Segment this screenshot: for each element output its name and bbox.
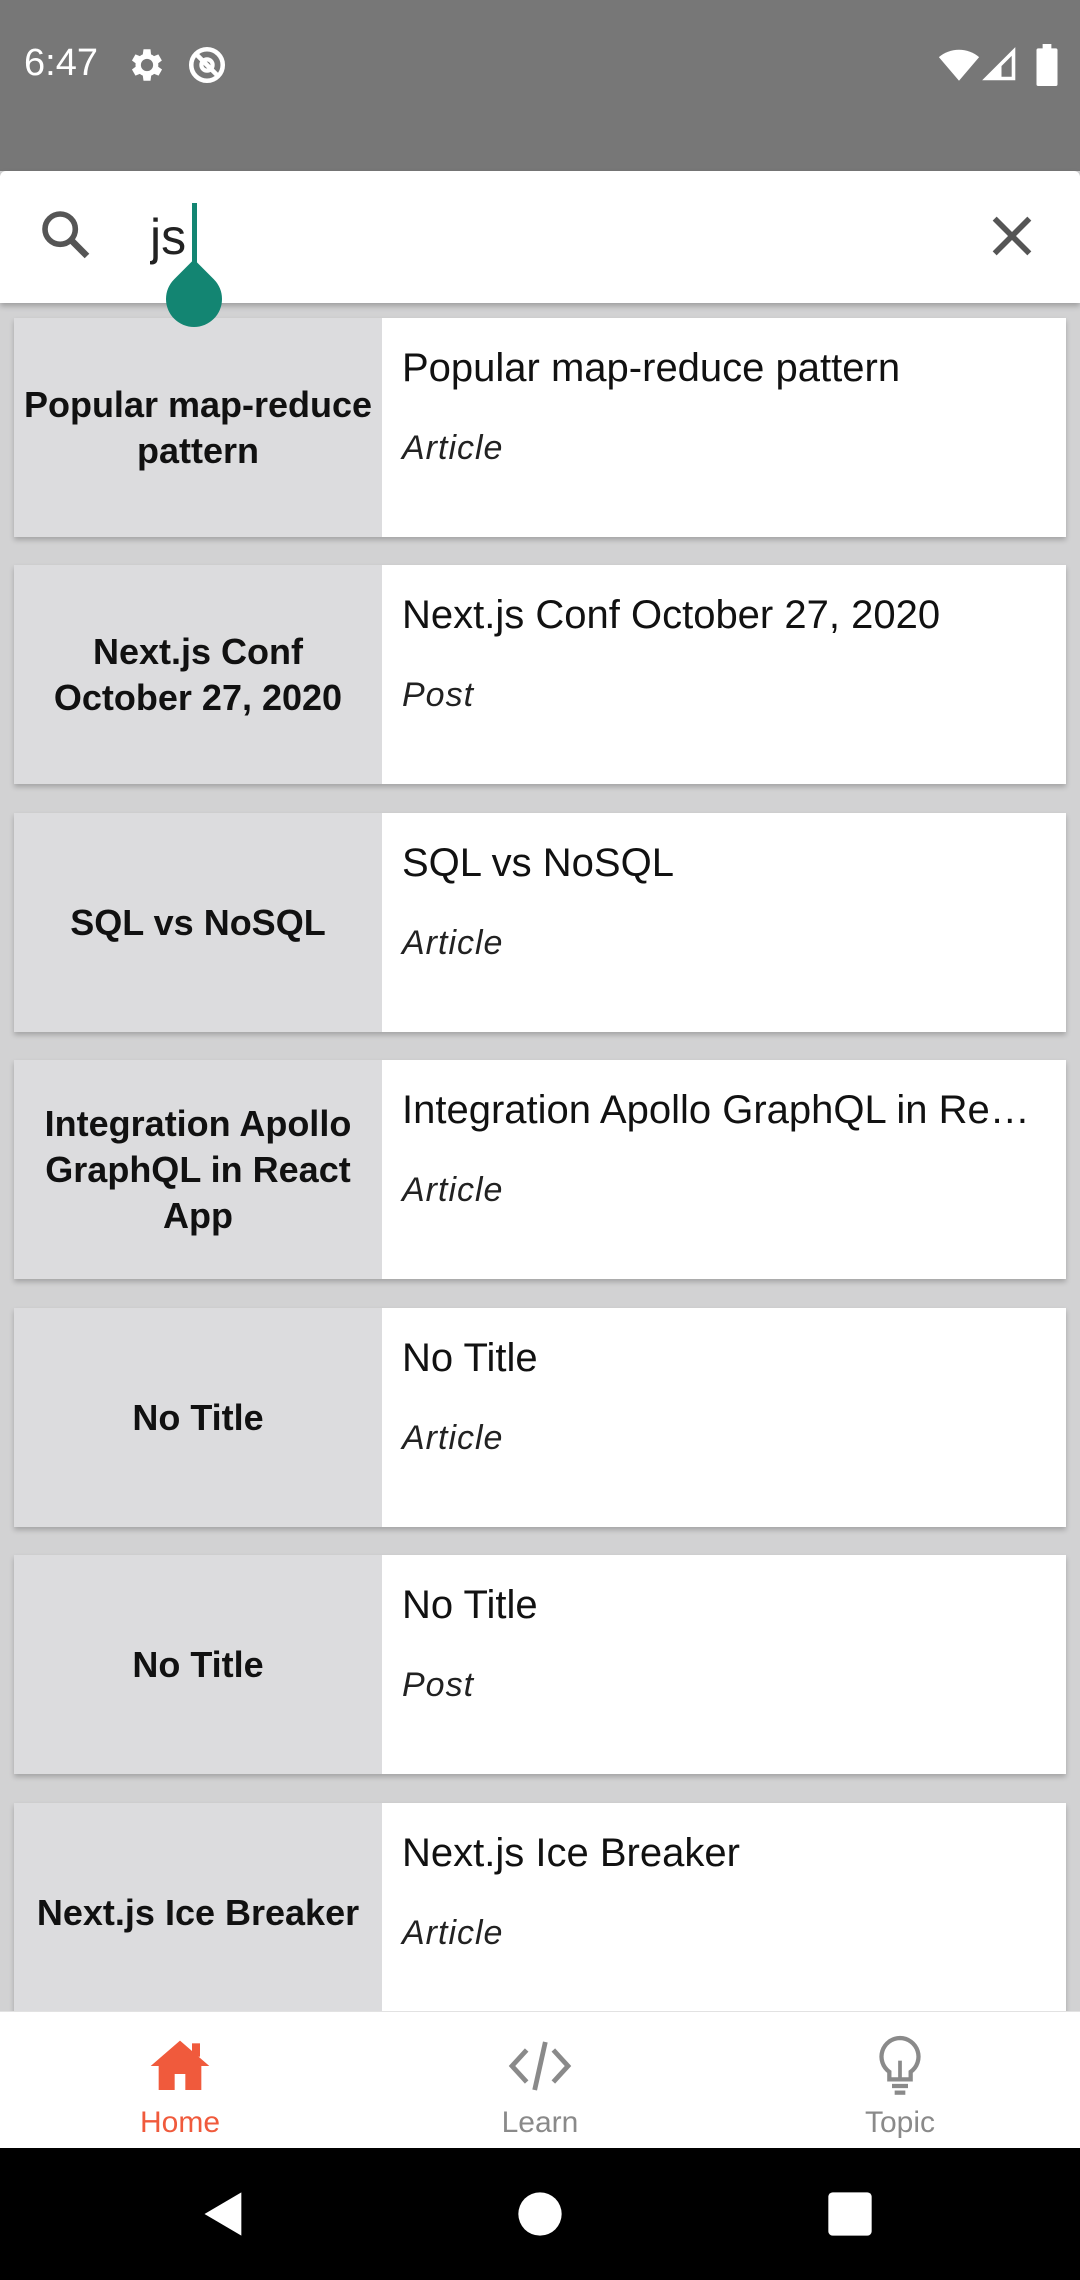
results-list: Popular map-reduce pattern Popular map-r… <box>0 303 1080 2011</box>
nav-topic[interactable]: Topic <box>720 2012 1080 2149</box>
result-card[interactable]: No Title No Title Post <box>14 1555 1066 1774</box>
search-icon <box>42 211 90 259</box>
bottom-navigation: Home Learn Topic <box>0 2011 1080 2149</box>
search-input[interactable] <box>150 199 930 275</box>
result-card[interactable]: Integration Apollo GraphQL in React App … <box>14 1060 1066 1279</box>
result-title: No Title <box>402 1336 538 1380</box>
result-thumbnail: SQL vs NoSQL <box>14 813 382 1032</box>
result-title: Integration Apollo GraphQL in Re… <box>402 1088 1030 1132</box>
cell-signal-icon <box>982 47 1016 81</box>
result-title: Next.js Conf October 27, 2020 <box>402 593 941 637</box>
code-icon <box>508 2041 572 2091</box>
nav-home-label: Home <box>139 2106 221 2139</box>
result-title: SQL vs NoSQL <box>402 841 674 885</box>
nav-learn[interactable]: Learn <box>360 2012 720 2149</box>
search-bar <box>0 171 1080 339</box>
result-title: Popular map-reduce pattern <box>402 346 901 390</box>
result-thumbnail: Popular map-reduce pattern <box>14 318 382 537</box>
result-thumbnail: No Title <box>14 1555 382 1774</box>
result-type: Article <box>402 1171 504 1209</box>
wifi-icon <box>938 49 980 81</box>
recents-icon[interactable] <box>824 2188 876 2240</box>
nav-learn-label: Learn <box>501 2106 579 2139</box>
home-circle-icon[interactable] <box>514 2188 566 2240</box>
settings-gear-icon <box>131 49 163 81</box>
result-card[interactable]: SQL vs NoSQL SQL vs NoSQL Article <box>14 813 1066 1032</box>
result-thumbnail: Next.js Conf October 27, 2020 <box>14 565 382 784</box>
home-icon <box>150 2040 210 2090</box>
result-thumbnail: Integration Apollo GraphQL in React App <box>14 1060 382 1279</box>
back-icon[interactable] <box>198 2188 250 2240</box>
result-card[interactable]: No Title No Title Article <box>14 1308 1066 1527</box>
no-disturb-icon <box>188 46 226 84</box>
status-time: 6:47 <box>24 42 98 84</box>
result-card[interactable]: Next.js Ice Breaker Next.js Ice Breaker … <box>14 1803 1066 2011</box>
lightbulb-icon <box>879 2035 921 2095</box>
result-card[interactable]: Next.js Conf October 27, 2020 Next.js Co… <box>14 565 1066 784</box>
result-title: No Title <box>402 1583 538 1627</box>
result-type: Article <box>402 1419 504 1457</box>
result-title: Next.js Ice Breaker <box>402 1831 740 1875</box>
nav-home[interactable]: Home <box>0 2012 360 2149</box>
result-type: Article <box>402 1914 504 1952</box>
result-thumbnail: Next.js Ice Breaker <box>14 1803 382 2011</box>
result-card[interactable]: Popular map-reduce pattern Popular map-r… <box>14 318 1066 537</box>
result-type: Post <box>402 676 475 714</box>
nav-topic-label: Topic <box>864 2106 936 2139</box>
battery-icon <box>1036 44 1058 86</box>
close-icon[interactable] <box>986 210 1038 262</box>
result-type: Post <box>402 1666 475 1704</box>
system-navigation-bar <box>0 2148 1080 2280</box>
result-thumbnail: No Title <box>14 1308 382 1527</box>
status-bar: 6:47 <box>0 0 1080 171</box>
result-type: Article <box>402 924 504 962</box>
result-type: Article <box>402 429 504 467</box>
